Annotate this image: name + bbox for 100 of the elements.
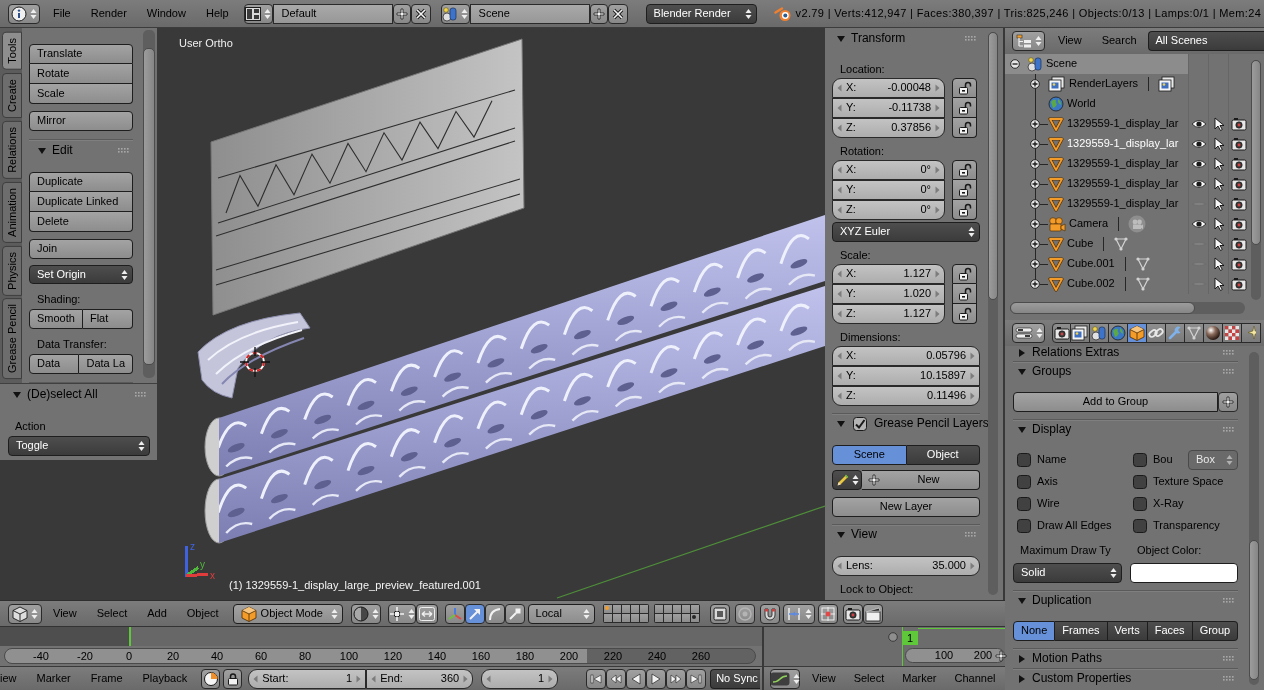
- triangle-down-icon[interactable]: [1017, 595, 1027, 606]
- panel-title[interactable]: (De)select All: [27, 387, 98, 402]
- layer-button[interactable]: [612, 614, 621, 622]
- menu-item[interactable]: Marker: [26, 671, 81, 686]
- layer-button[interactable]: [639, 614, 648, 622]
- plus-circle-icon[interactable]: [1030, 239, 1040, 249]
- scrollbar-thumb[interactable]: [1251, 60, 1261, 245]
- menu-item[interactable]: View: [1048, 34, 1092, 48]
- editor-type-button[interactable]: [8, 603, 42, 624]
- frame-scrollbar[interactable]: -40 -20 0 20 40 60 80 100 120 140 160 180 200 220 240 260: [4, 648, 756, 664]
- panel-title[interactable]: Edit: [52, 143, 73, 158]
- context-tab[interactable]: [1223, 323, 1242, 343]
- checkbox[interactable]: [1133, 453, 1147, 467]
- number-field[interactable]: Z: 1.127: [832, 304, 945, 324]
- panel-title[interactable]: Groups: [1032, 364, 1072, 379]
- eye-icon[interactable]: [1190, 178, 1207, 190]
- editor-type-button[interactable]: [770, 668, 800, 689]
- menu-item[interactable]: Object: [176, 606, 229, 621]
- triangle-mesh-icon[interactable]: [1134, 256, 1151, 272]
- orientation-dropdown[interactable]: Local: [527, 603, 595, 624]
- panel-title[interactable]: View: [851, 527, 877, 542]
- menu-item[interactable]: Window: [136, 6, 196, 21]
- layer-button[interactable]: [654, 605, 663, 613]
- pointer-arrow-icon[interactable]: [1212, 157, 1225, 171]
- triangle-mesh-icon[interactable]: [1113, 236, 1130, 252]
- dropdown-menu[interactable]: XYZ Euler: [832, 222, 980, 242]
- panel-title[interactable]: Display: [1032, 422, 1072, 437]
- number-field[interactable]: Y: 0°: [832, 180, 945, 200]
- triangle-down-icon[interactable]: [12, 389, 22, 400]
- panel-title[interactable]: Motion Paths: [1032, 651, 1103, 666]
- pointer-arrow-icon[interactable]: [1212, 237, 1225, 251]
- panel-title[interactable]: Grease Pencil Layers: [874, 416, 989, 431]
- number-field[interactable]: X: 0°: [832, 160, 945, 180]
- tree-row[interactable]: Cube: [1005, 234, 1188, 254]
- toggle-button[interactable]: Object: [906, 445, 980, 465]
- number-field[interactable]: Z: 0.11496: [832, 386, 980, 406]
- playback-button[interactable]: [586, 668, 607, 689]
- toggle-button[interactable]: None: [1013, 621, 1056, 641]
- mode-dropdown[interactable]: Object Mode: [232, 603, 343, 624]
- tab[interactable]: Physics: [2, 245, 22, 296]
- checkbox[interactable]: [1133, 475, 1147, 489]
- number-field[interactable]: X: 0.05796: [832, 346, 980, 366]
- lock-button[interactable]: [952, 118, 977, 138]
- lock-button[interactable]: [952, 160, 977, 180]
- tree-item-label[interactable]: Cube: [1067, 237, 1094, 251]
- scrollbar-thumb[interactable]: [988, 32, 998, 300]
- menu-item[interactable]: Select: [86, 606, 138, 621]
- pencil-dropdown[interactable]: [832, 470, 862, 490]
- tab[interactable]: Grease Pencil: [2, 298, 22, 380]
- scrollbar-thumb[interactable]: [1010, 302, 1195, 314]
- camera-icon[interactable]: [1230, 117, 1247, 131]
- camera-icon[interactable]: [1230, 137, 1247, 151]
- checkbox[interactable]: [1017, 497, 1031, 511]
- number-field[interactable]: Y: -0.11738: [832, 98, 945, 118]
- number-field[interactable]: Y: 10.15897: [832, 366, 980, 386]
- layout-name-field[interactable]: Default: [272, 3, 393, 24]
- checkbox-label[interactable]: Texture Space: [1153, 475, 1224, 489]
- lock-button[interactable]: [952, 78, 977, 98]
- triangle-right-icon[interactable]: [1017, 347, 1027, 358]
- camera-icon[interactable]: [1230, 257, 1247, 271]
- keying-button[interactable]: [201, 668, 221, 689]
- sync-dropdown[interactable]: No Sync: [710, 668, 761, 689]
- layer-button[interactable]: [672, 614, 681, 622]
- tree-row[interactable]: Cube.002: [1005, 274, 1188, 294]
- scrollbar-track[interactable]: [1249, 352, 1259, 685]
- panel-title[interactable]: Duplication: [1032, 593, 1092, 608]
- tree-row[interactable]: 1329559-1_display_lar: [1005, 154, 1188, 174]
- triangle-down-icon[interactable]: [1017, 424, 1027, 435]
- tree-row[interactable]: Cube.001: [1005, 254, 1188, 274]
- number-field[interactable]: Start: 1: [248, 668, 367, 689]
- menu-item[interactable]: View: [803, 671, 845, 686]
- lock-button[interactable]: [952, 200, 977, 220]
- eye-icon[interactable]: [1190, 158, 1207, 170]
- menu-item[interactable]: Help: [195, 6, 239, 21]
- checkbox[interactable]: [1133, 497, 1147, 511]
- menu-item[interactable]: Frame: [80, 671, 133, 686]
- scene-name-field[interactable]: Scene: [469, 3, 590, 24]
- panel-title[interactable]: Transform: [851, 31, 906, 46]
- number-field[interactable]: Y: 1.020: [832, 284, 945, 304]
- header-button[interactable]: [709, 603, 730, 624]
- eye-icon[interactable]: [1190, 218, 1207, 230]
- checkbox-label[interactable]: Name: [1037, 453, 1067, 467]
- layer-button[interactable]: [603, 605, 612, 613]
- layer-button[interactable]: [630, 614, 639, 622]
- plus-circle-icon[interactable]: [1030, 219, 1040, 229]
- checkbox[interactable]: [1133, 519, 1147, 533]
- layer-button[interactable]: [681, 614, 690, 622]
- triangle-right-icon[interactable]: [1017, 653, 1027, 664]
- layer-button[interactable]: [621, 605, 630, 613]
- layer-button[interactable]: [630, 605, 639, 613]
- minus-circle-icon[interactable]: [1010, 59, 1020, 69]
- context-tab[interactable]: [1147, 323, 1166, 343]
- grip-dots-icon[interactable]: [118, 148, 129, 153]
- toggle-button[interactable]: Scene: [832, 445, 907, 465]
- checkbox[interactable]: [853, 416, 867, 431]
- menu-item[interactable]: Marker: [893, 671, 946, 686]
- shading-dropdown[interactable]: [350, 603, 381, 624]
- tree-row[interactable]: Scene: [1005, 54, 1188, 74]
- editor-type-button[interactable]: [1012, 31, 1045, 51]
- context-tab[interactable]: [1166, 323, 1185, 343]
